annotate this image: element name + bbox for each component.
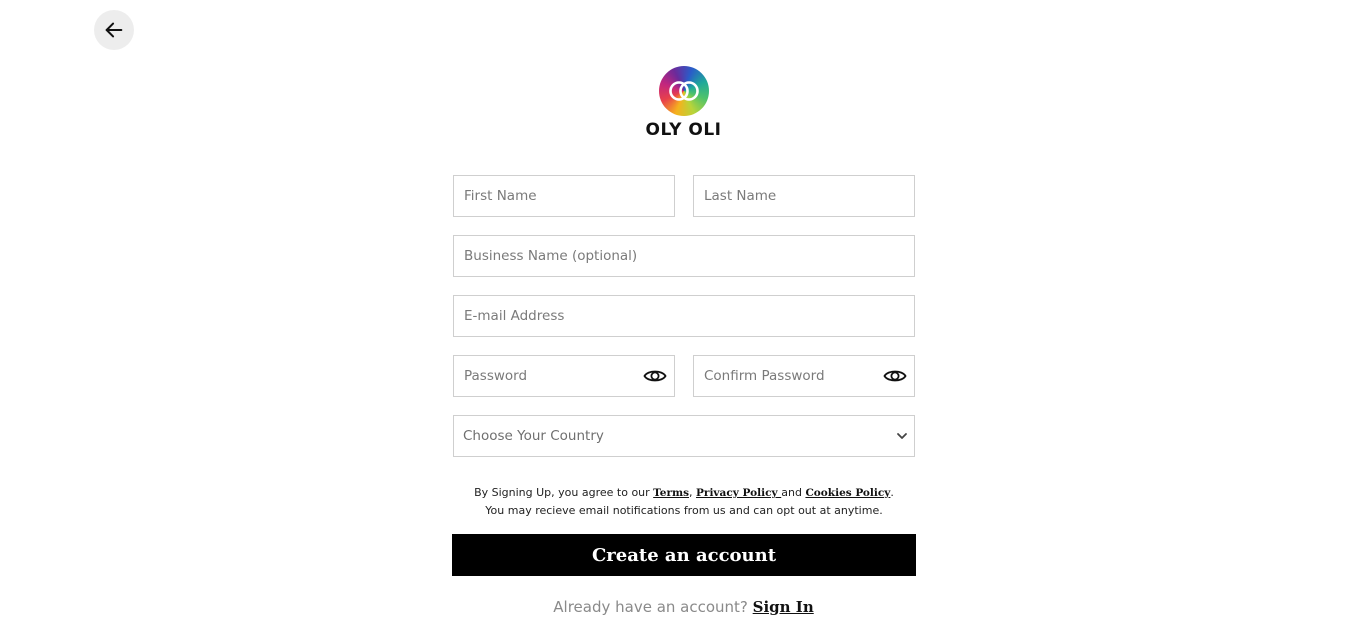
first-name-field[interactable] xyxy=(453,175,675,217)
back-button[interactable] xyxy=(94,10,134,50)
password-field[interactable] xyxy=(453,355,675,397)
password-input[interactable] xyxy=(454,356,674,396)
brand-logo: OLY OLI xyxy=(0,66,1367,140)
sign-in-link[interactable]: Sign In xyxy=(753,598,814,616)
terms-line-1: By Signing Up, you agree to our Terms, P… xyxy=(453,484,915,502)
last-name-field[interactable] xyxy=(693,175,915,217)
privacy-policy-link[interactable]: Privacy Policy xyxy=(696,487,781,499)
signin-row: Already have an account? Sign In xyxy=(0,598,1367,616)
country-select[interactable]: Choose Your Country xyxy=(454,416,914,456)
confirm-password-field[interactable] xyxy=(693,355,915,397)
cookies-policy-link[interactable]: Cookies Policy xyxy=(805,487,890,499)
terms-link[interactable]: Terms xyxy=(653,487,689,499)
terms-period: . xyxy=(890,486,894,499)
terms-and: and xyxy=(781,486,806,499)
create-account-button[interactable]: Create an account xyxy=(452,534,916,576)
confirm-password-input[interactable] xyxy=(694,356,914,396)
business-name-field[interactable] xyxy=(453,235,915,277)
signin-prompt: Already have an account? xyxy=(553,598,753,616)
arrow-left-icon xyxy=(105,22,123,38)
country-select-field[interactable]: Choose Your Country xyxy=(453,415,915,457)
email-field[interactable] xyxy=(453,295,915,337)
terms-prefix: By Signing Up, you agree to our xyxy=(474,486,654,499)
first-name-input[interactable] xyxy=(454,176,674,216)
business-name-input[interactable] xyxy=(454,236,914,276)
eye-icon[interactable] xyxy=(643,366,667,386)
terms-line-2: You may recieve email notifications from… xyxy=(485,504,883,517)
terms-comma: , xyxy=(689,486,697,499)
email-input[interactable] xyxy=(454,296,914,336)
terms-notice: By Signing Up, you agree to our Terms, P… xyxy=(453,484,915,519)
interlocking-rings-logo xyxy=(658,66,709,116)
brand-name: OLY OLI xyxy=(645,120,722,140)
eye-icon[interactable] xyxy=(883,366,907,386)
last-name-input[interactable] xyxy=(694,176,914,216)
